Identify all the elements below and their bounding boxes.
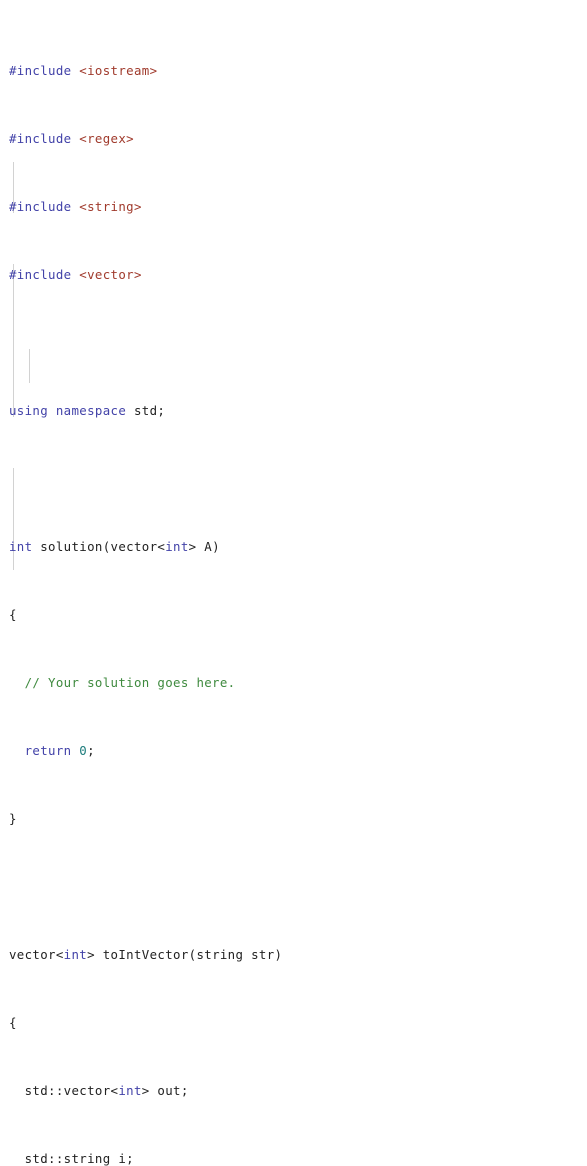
include-header-name: <regex> bbox=[79, 131, 134, 146]
open-brace: { bbox=[9, 607, 17, 622]
keyword-int: int bbox=[9, 539, 33, 554]
code-line-13-blank bbox=[9, 878, 587, 895]
keyword-int: int bbox=[63, 947, 88, 962]
preprocessor-directive: #include bbox=[9, 199, 72, 214]
code-line-4: #include <vector> bbox=[9, 266, 587, 283]
function-signature-solution: solution(vector< bbox=[32, 539, 166, 554]
signature-tail: > A) bbox=[188, 539, 220, 554]
return-type-vector: vector< bbox=[9, 947, 64, 962]
semicolon: ; bbox=[87, 743, 95, 758]
code-line-2: #include <regex> bbox=[9, 130, 587, 147]
code-line-10: // Your solution goes here. bbox=[9, 674, 587, 691]
code-line-15: { bbox=[9, 1014, 587, 1031]
open-brace: { bbox=[9, 1015, 17, 1030]
close-brace: } bbox=[9, 811, 17, 826]
code-line-14: vector<int> toIntVector(string str) bbox=[9, 946, 587, 963]
code-line-7-blank bbox=[9, 470, 587, 487]
numeric-literal: 0 bbox=[79, 743, 88, 758]
std-vector-decl: std::vector< bbox=[24, 1083, 119, 1098]
code-line-6: using namespace std; bbox=[9, 402, 587, 419]
keyword-int: int bbox=[118, 1083, 142, 1098]
std-string-decl: std::string i; bbox=[24, 1151, 134, 1166]
code-line-9: { bbox=[9, 606, 587, 623]
code-line-5-blank bbox=[9, 334, 587, 351]
code-line-16: std::vector<int> out; bbox=[9, 1082, 587, 1099]
keyword-int: int bbox=[165, 539, 189, 554]
preprocessor-directive: #include bbox=[9, 267, 72, 282]
comment-solution-placeholder: // Your solution goes here. bbox=[24, 675, 236, 690]
preprocessor-directive: #include bbox=[9, 63, 72, 78]
code-line-12: } bbox=[9, 810, 587, 827]
code-line-17: std::string i; bbox=[9, 1150, 587, 1166]
code-line-8: int solution(vector<int> A) bbox=[9, 538, 587, 555]
decl-tail: > out; bbox=[141, 1083, 189, 1098]
include-header-name: <vector> bbox=[79, 267, 142, 282]
keyword-return: return bbox=[24, 743, 72, 758]
keyword-namespace: namespace bbox=[55, 403, 127, 418]
preprocessor-directive: #include bbox=[9, 131, 72, 146]
code-line-11: return 0; bbox=[9, 742, 587, 759]
function-signature-tointvector: > toIntVector(string str) bbox=[87, 947, 283, 962]
include-header-name: <iostream> bbox=[79, 63, 158, 78]
code-content[interactable]: #include <iostream> #include <regex> #in… bbox=[0, 11, 587, 1166]
namespace-std: std; bbox=[126, 403, 166, 418]
code-line-1: #include <iostream> bbox=[9, 62, 587, 79]
code-editor[interactable]: #include <iostream> #include <regex> #in… bbox=[0, 0, 587, 1166]
include-header-name: <string> bbox=[79, 199, 142, 214]
code-line-3: #include <string> bbox=[9, 198, 587, 215]
keyword-using: using bbox=[9, 403, 49, 418]
